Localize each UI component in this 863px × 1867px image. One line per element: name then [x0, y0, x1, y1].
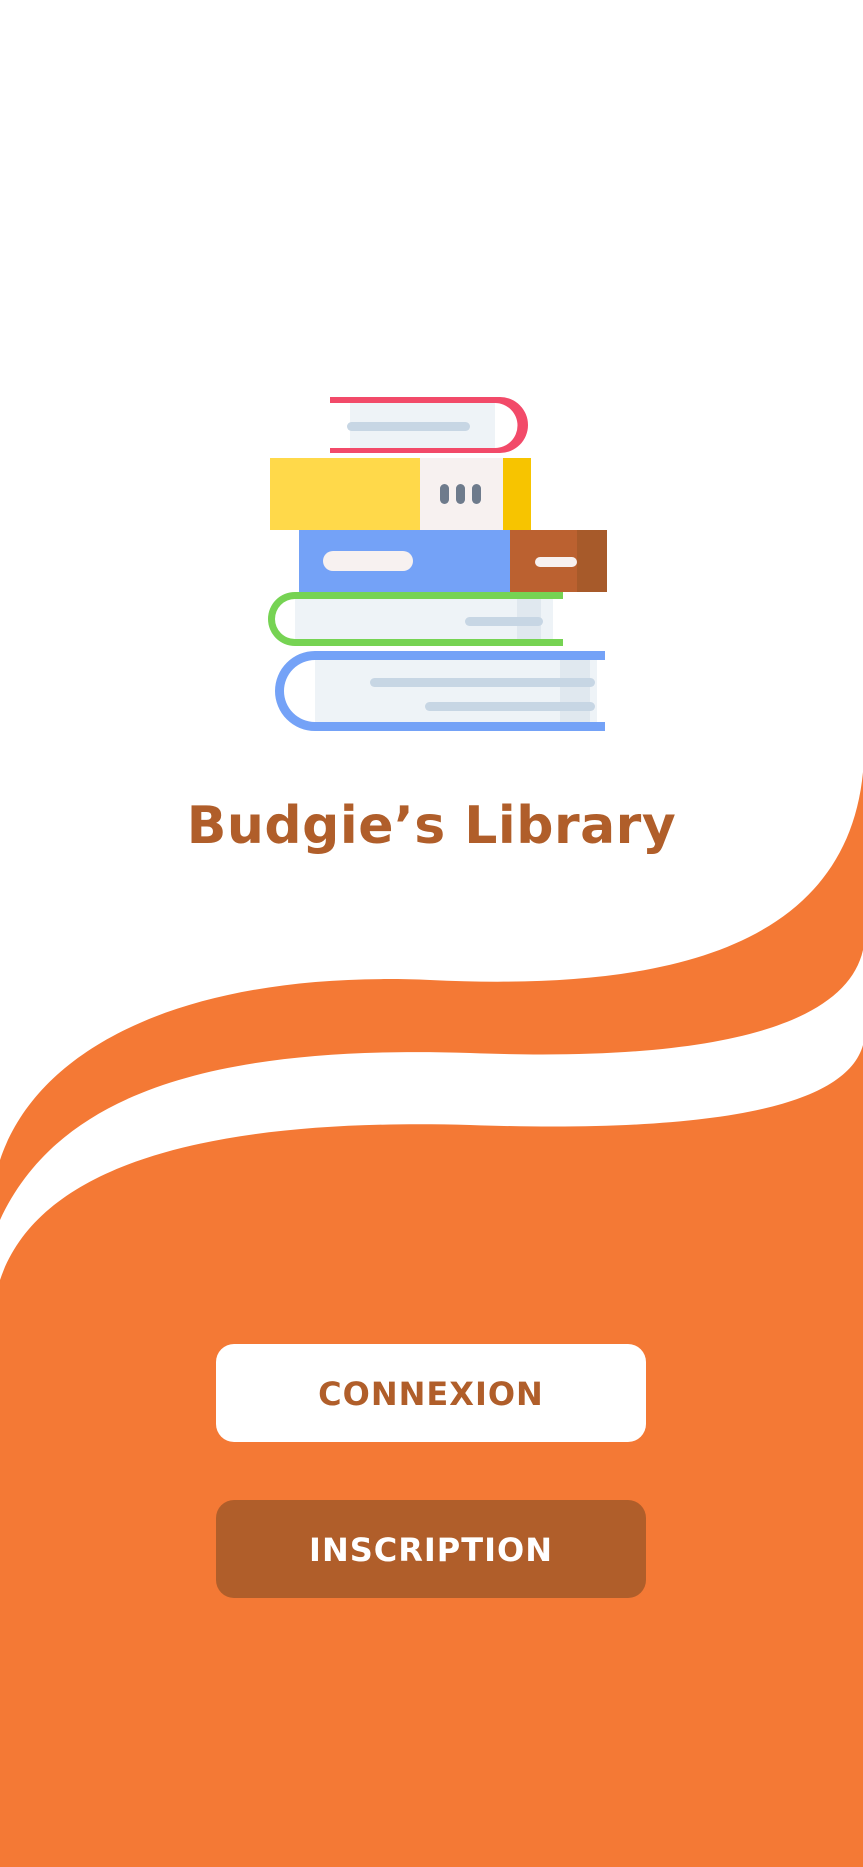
login-button[interactable]: CONNEXION [216, 1344, 646, 1442]
books-stack-icon [268, 397, 607, 731]
signup-button[interactable]: INSCRIPTION [216, 1500, 646, 1598]
app-title: Budgie’s Library [186, 796, 677, 856]
